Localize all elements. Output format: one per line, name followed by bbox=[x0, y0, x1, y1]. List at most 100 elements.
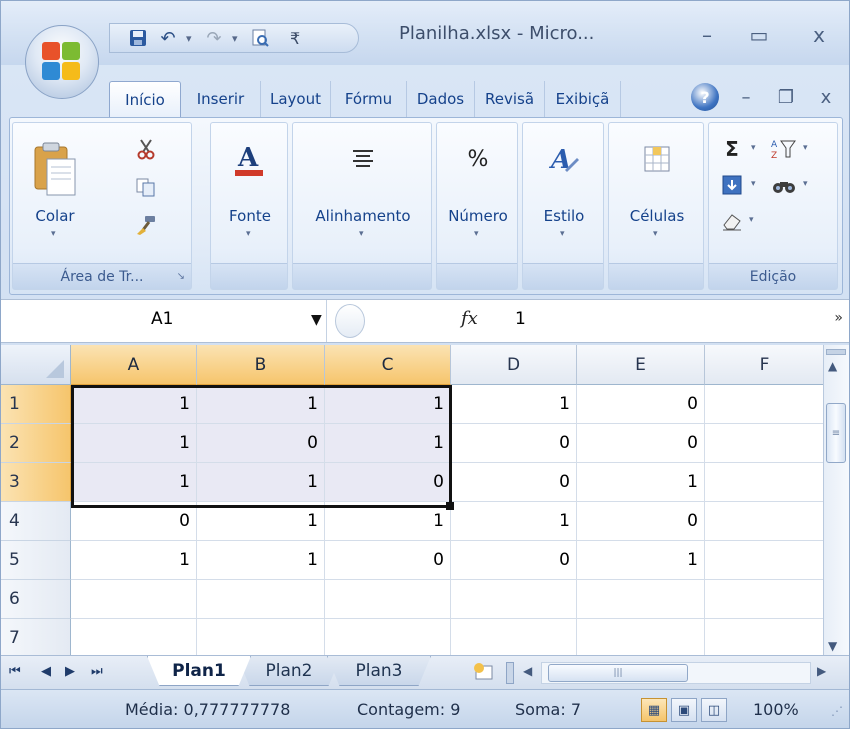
cell-b2[interactable]: 0 bbox=[197, 424, 325, 463]
fill-handle[interactable] bbox=[446, 502, 454, 510]
office-button[interactable] bbox=[25, 25, 99, 99]
cell-e3[interactable]: 1 bbox=[577, 463, 705, 502]
cut-icon[interactable] bbox=[131, 135, 161, 163]
style-dropdown-icon[interactable]: ▾ bbox=[560, 229, 565, 239]
column-header-e[interactable]: E bbox=[577, 345, 705, 385]
cell-b3[interactable]: 1 bbox=[197, 463, 325, 502]
tab-inicio[interactable]: Início bbox=[109, 81, 181, 117]
scroll-left-icon[interactable]: ◀ bbox=[523, 664, 532, 678]
cell-c5[interactable]: 0 bbox=[325, 541, 451, 580]
select-all-button[interactable] bbox=[1, 345, 71, 385]
scroll-right-icon[interactable]: ▶ bbox=[817, 664, 826, 678]
cells-group[interactable]: Células ▾ bbox=[608, 122, 704, 290]
horizontal-scroll-thumb[interactable]: ||| bbox=[548, 664, 688, 682]
insert-function-icon[interactable]: fx bbox=[461, 308, 478, 329]
next-sheet-icon[interactable]: ▶ bbox=[65, 664, 75, 679]
tab-layout[interactable]: Layout bbox=[261, 81, 331, 117]
cell-e7[interactable] bbox=[577, 619, 705, 655]
tab-inserir[interactable]: Inserir bbox=[181, 81, 261, 117]
cell-d6[interactable] bbox=[451, 580, 577, 619]
cell-d1[interactable]: 1 bbox=[451, 385, 577, 424]
help-icon[interactable]: ? bbox=[691, 83, 719, 111]
column-header-a[interactable]: A bbox=[71, 345, 197, 385]
font-group[interactable]: A Fonte ▾ bbox=[210, 122, 288, 290]
cell-c7[interactable] bbox=[325, 619, 451, 655]
undo-dropdown-icon[interactable]: ▾ bbox=[186, 32, 196, 45]
doc-minimize-button[interactable]: – bbox=[731, 83, 761, 111]
sheet-tab-plan3[interactable]: Plan3 bbox=[327, 656, 431, 686]
paste-label[interactable]: Colar bbox=[23, 207, 87, 225]
cell-f7[interactable] bbox=[705, 619, 825, 655]
cell-d2[interactable]: 0 bbox=[451, 424, 577, 463]
print-preview-icon[interactable] bbox=[248, 26, 272, 50]
scroll-up-icon[interactable]: ▲ bbox=[828, 359, 837, 373]
tab-revisao[interactable]: Revisã bbox=[475, 81, 545, 117]
cell-f2[interactable] bbox=[705, 424, 825, 463]
sheet-tab-plan2[interactable]: Plan2 bbox=[237, 656, 341, 686]
cell-d5[interactable]: 0 bbox=[451, 541, 577, 580]
cell-a4[interactable]: 0 bbox=[71, 502, 197, 541]
find-select-icon[interactable] bbox=[769, 171, 799, 199]
maximize-button[interactable]: ▭ bbox=[741, 19, 777, 51]
cell-b7[interactable] bbox=[197, 619, 325, 655]
paste-icon[interactable] bbox=[29, 141, 79, 197]
autosum-icon[interactable]: Σ bbox=[717, 135, 747, 163]
column-header-b[interactable]: B bbox=[197, 345, 325, 385]
paste-dropdown-icon[interactable]: ▾ bbox=[51, 229, 56, 239]
cell-e6[interactable] bbox=[577, 580, 705, 619]
cell-f3[interactable] bbox=[705, 463, 825, 502]
vertical-split-handle[interactable] bbox=[826, 349, 846, 355]
customize-qat-icon[interactable]: ₹ bbox=[290, 29, 300, 48]
horizontal-split-handle[interactable] bbox=[506, 662, 514, 684]
number-group[interactable]: % Número ▾ bbox=[436, 122, 518, 290]
formula-bar-resize-handle[interactable] bbox=[335, 304, 365, 338]
cell-e1[interactable]: 0 bbox=[577, 385, 705, 424]
minimize-button[interactable]: – bbox=[689, 19, 725, 51]
row-header-6[interactable]: 6 bbox=[1, 580, 71, 619]
redo-icon[interactable]: ↷ bbox=[202, 26, 226, 50]
fill-dropdown-icon[interactable]: ▾ bbox=[751, 179, 756, 189]
cell-c1[interactable]: 1 bbox=[325, 385, 451, 424]
first-sheet-icon[interactable]: ⏮ bbox=[9, 664, 21, 679]
cell-c4[interactable]: 1 bbox=[325, 502, 451, 541]
font-dropdown-icon[interactable]: ▾ bbox=[246, 229, 251, 239]
row-header-2[interactable]: 2 bbox=[1, 424, 71, 463]
cell-d7[interactable] bbox=[451, 619, 577, 655]
undo-icon[interactable]: ↶ bbox=[156, 26, 180, 50]
cell-a1[interactable]: 1 bbox=[71, 385, 197, 424]
row-header-1[interactable]: 1 bbox=[1, 385, 71, 424]
tab-exibicao[interactable]: Exibiçã bbox=[545, 81, 621, 117]
dialog-launcher-icon[interactable]: ↘ bbox=[177, 264, 185, 289]
horizontal-scrollbar[interactable]: ||| bbox=[541, 662, 811, 684]
cell-a3[interactable]: 1 bbox=[71, 463, 197, 502]
cell-b5[interactable]: 1 bbox=[197, 541, 325, 580]
vertical-scroll-thumb[interactable]: ≡ bbox=[826, 403, 846, 463]
cell-d3[interactable]: 0 bbox=[451, 463, 577, 502]
cell-f1[interactable] bbox=[705, 385, 825, 424]
row-header-4[interactable]: 4 bbox=[1, 502, 71, 541]
cell-a5[interactable]: 1 bbox=[71, 541, 197, 580]
clear-icon[interactable] bbox=[717, 207, 747, 235]
insert-sheet-icon[interactable] bbox=[469, 660, 499, 684]
tab-formulas[interactable]: Fórmu bbox=[331, 81, 407, 117]
cell-a2[interactable]: 1 bbox=[71, 424, 197, 463]
close-button[interactable]: x bbox=[801, 19, 837, 51]
save-icon[interactable] bbox=[126, 26, 150, 50]
doc-restore-button[interactable]: ❐ bbox=[771, 83, 801, 111]
style-group[interactable]: A Estilo ▾ bbox=[522, 122, 604, 290]
name-box[interactable]: A1 ▼ bbox=[1, 300, 327, 342]
find-select-dropdown-icon[interactable]: ▾ bbox=[803, 179, 808, 189]
row-header-5[interactable]: 5 bbox=[1, 541, 71, 580]
cell-f5[interactable] bbox=[705, 541, 825, 580]
cell-c6[interactable] bbox=[325, 580, 451, 619]
cell-e5[interactable]: 1 bbox=[577, 541, 705, 580]
sort-filter-icon[interactable]: AZ bbox=[769, 135, 799, 163]
cell-e4[interactable]: 0 bbox=[577, 502, 705, 541]
column-header-c[interactable]: C bbox=[325, 345, 451, 385]
last-sheet-icon[interactable]: ⏭ bbox=[91, 664, 103, 679]
sort-filter-dropdown-icon[interactable]: ▾ bbox=[803, 143, 808, 153]
cell-c2[interactable]: 1 bbox=[325, 424, 451, 463]
copy-icon[interactable] bbox=[131, 173, 161, 201]
doc-close-button[interactable]: x bbox=[811, 83, 841, 111]
sheet-tab-plan1[interactable]: Plan1 bbox=[147, 656, 251, 686]
